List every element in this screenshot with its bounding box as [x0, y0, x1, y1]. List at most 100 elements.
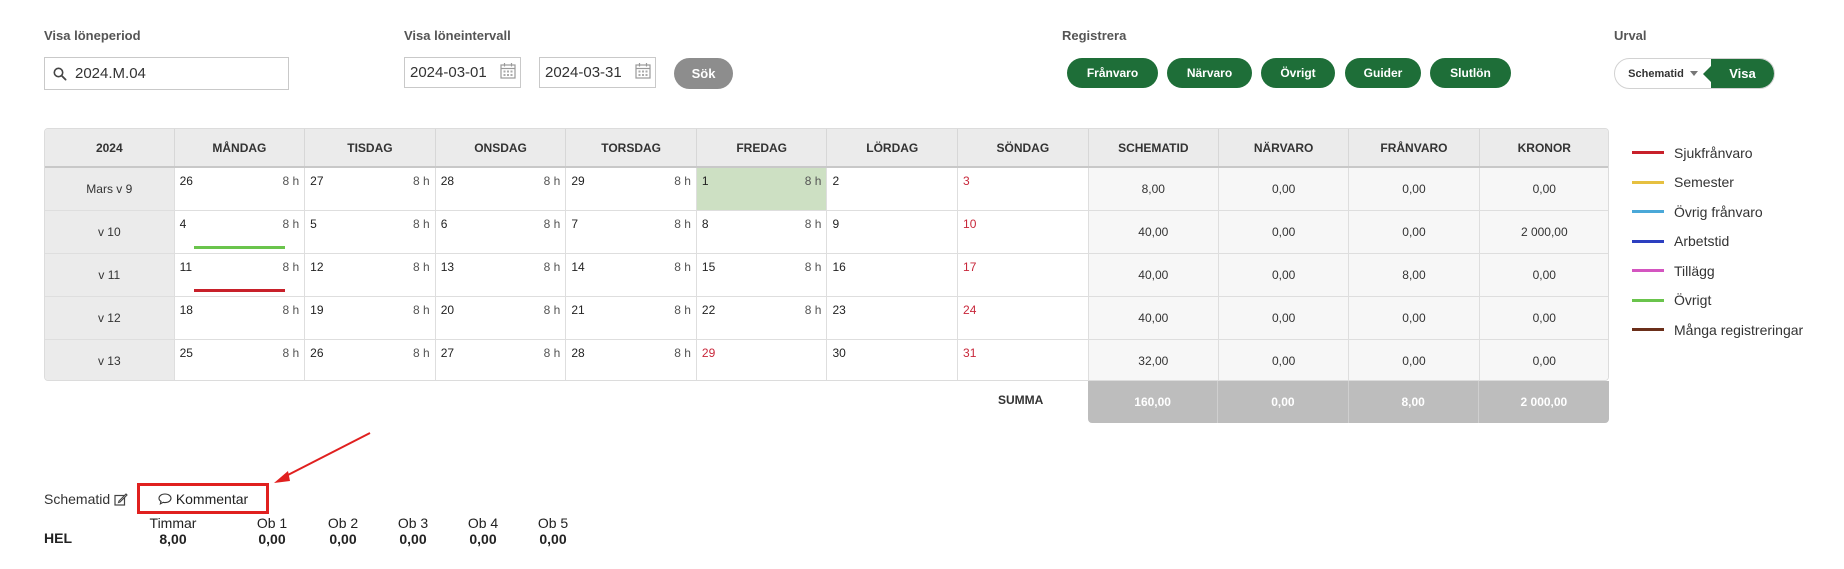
- day-cell[interactable]: 15 8 h: [696, 253, 828, 297]
- period-search[interactable]: [44, 57, 289, 90]
- summa-schematid: 160,00: [1088, 381, 1219, 423]
- day-cell[interactable]: 21 8 h: [565, 296, 697, 340]
- summary-column: Ob 1 0,00: [242, 515, 302, 548]
- kommentar-label: Kommentar: [175, 490, 249, 507]
- day-cell[interactable]: 11 8 h: [174, 253, 306, 297]
- calendar-grid: 2024 MÅNDAG TISDAG ONSDAG TORSDAG FREDAG LÖRDA…: [44, 128, 1609, 381]
- calendar-icon[interactable]: [635, 62, 651, 84]
- legend-label: Tillägg: [1674, 262, 1715, 279]
- day-cell[interactable]: 10: [957, 210, 1089, 254]
- day-cell[interactable]: 12 8 h: [304, 253, 436, 297]
- day-cell[interactable]: 2: [826, 167, 959, 211]
- summary-column: Ob 5 0,00: [523, 515, 583, 548]
- day-cell[interactable]: 27 8 h: [435, 339, 567, 380]
- day-cell[interactable]: 17: [957, 253, 1089, 297]
- row-label-hel: HEL: [44, 530, 72, 546]
- visa-button[interactable]: Visa: [1703, 59, 1774, 88]
- day-cell[interactable]: 4 8 h: [174, 210, 306, 254]
- grid-header-6: LÖRDAG: [826, 129, 959, 168]
- summary-column-header: Timmar: [149, 515, 197, 531]
- summary-column-value: 0,00: [469, 531, 497, 547]
- day-cell[interactable]: 19 8 h: [304, 296, 436, 340]
- day-cell[interactable]: 29 8 h: [565, 167, 697, 211]
- grid-header-3: ONSDAG: [435, 129, 567, 168]
- comment-icon: [158, 492, 172, 505]
- day-cell[interactable]: 26 8 h: [174, 167, 306, 211]
- day-number: 19: [310, 302, 324, 317]
- week-label: v 13: [45, 339, 175, 380]
- search-button[interactable]: Sök: [674, 58, 733, 89]
- day-number: 11: [179, 259, 193, 274]
- kommentar-button[interactable]: Kommentar: [137, 483, 269, 514]
- day-hours: 8 h: [804, 216, 822, 231]
- day-cell[interactable]: 28 8 h: [565, 339, 697, 380]
- summary-column: Ob 3 0,00: [383, 515, 443, 548]
- calendar-icon[interactable]: [500, 62, 516, 84]
- day-cell[interactable]: 24: [957, 296, 1089, 340]
- day-number: 3: [963, 174, 970, 188]
- edit-icon[interactable]: [114, 492, 128, 506]
- day-hours: 8 h: [413, 174, 430, 188]
- day-number: 7: [571, 216, 578, 231]
- day-cell[interactable]: 13 8 h: [435, 253, 567, 297]
- legend-item: Arbetstid: [1632, 227, 1803, 257]
- narvaro-button[interactable]: Närvaro: [1167, 58, 1252, 88]
- day-cell[interactable]: 25 8 h: [174, 339, 306, 380]
- date-to-field[interactable]: [539, 57, 656, 88]
- week-label: v 11: [45, 253, 175, 297]
- day-hours: 8 h: [282, 216, 300, 231]
- date-to-input[interactable]: [545, 64, 629, 81]
- day-cell[interactable]: 22 8 h: [696, 296, 828, 340]
- day-cell[interactable]: 1 8 h: [696, 167, 828, 211]
- day-cell[interactable]: 5 8 h: [304, 210, 436, 254]
- day-cell[interactable]: 16: [826, 253, 959, 297]
- day-number: 18: [179, 302, 193, 317]
- day-cell[interactable]: 23: [826, 296, 959, 340]
- date-from-field[interactable]: [404, 57, 521, 88]
- day-cell[interactable]: 7 8 h: [565, 210, 697, 254]
- schematid-value: 40,00: [1088, 253, 1219, 297]
- day-cell[interactable]: 31: [957, 339, 1089, 380]
- day-cell[interactable]: 27 8 h: [304, 167, 436, 211]
- legend-swatch: [1632, 210, 1664, 214]
- legend-swatch: [1632, 328, 1664, 332]
- grid-header-1: MÅNDAG: [174, 129, 306, 168]
- day-cell[interactable]: 3: [957, 167, 1089, 211]
- urval-select[interactable]: Schematid: [1615, 59, 1711, 88]
- franvaro-button[interactable]: Frånvaro: [1067, 58, 1158, 88]
- guider-button[interactable]: Guider: [1345, 58, 1421, 88]
- period-search-input[interactable]: [75, 65, 275, 82]
- summary-column: Ob 4 0,00: [453, 515, 513, 548]
- day-cell[interactable]: 18 8 h: [174, 296, 306, 340]
- legend-item: Sjukfrånvaro: [1632, 138, 1803, 168]
- day-cell[interactable]: 8 8 h: [696, 210, 828, 254]
- week-label: v 12: [45, 296, 175, 340]
- day-number: 30: [832, 345, 846, 360]
- day-number: 15: [701, 259, 716, 274]
- day-hours: 8 h: [282, 345, 300, 360]
- kronor-value: 0,00: [1479, 167, 1608, 211]
- legend: Sjukfrånvaro Semester Övrig frånvaro Arbets…: [1632, 138, 1803, 345]
- week-label: Mars v 9: [45, 167, 175, 211]
- kronor-value: 0,00: [1479, 253, 1608, 297]
- day-cell[interactable]: 28 8 h: [435, 167, 567, 211]
- legend-label: Arbetstid: [1674, 233, 1730, 250]
- ovrigt-button[interactable]: Övrigt: [1261, 58, 1335, 88]
- day-hours: 8 h: [543, 259, 561, 274]
- day-number: 2: [832, 174, 840, 188]
- slutlon-button[interactable]: Slutlön: [1430, 58, 1511, 88]
- day-number: 9: [832, 216, 840, 231]
- day-cell[interactable]: 14 8 h: [565, 253, 697, 297]
- day-cell[interactable]: 6 8 h: [435, 210, 567, 254]
- date-from-input[interactable]: [410, 64, 494, 81]
- day-hours: 8 h: [413, 259, 430, 274]
- summa-kronor: 2 000,00: [1520, 395, 1568, 409]
- day-cell[interactable]: 26 8 h: [304, 339, 436, 380]
- day-cell[interactable]: 29: [696, 339, 828, 380]
- day-cell[interactable]: 30: [826, 339, 959, 380]
- kronor-value: 0,00: [1479, 339, 1608, 380]
- day-cell[interactable]: 9: [826, 210, 959, 254]
- day-cell[interactable]: 20 8 h: [435, 296, 567, 340]
- day-number: 5: [310, 216, 317, 231]
- day-hours: 8 h: [543, 216, 561, 231]
